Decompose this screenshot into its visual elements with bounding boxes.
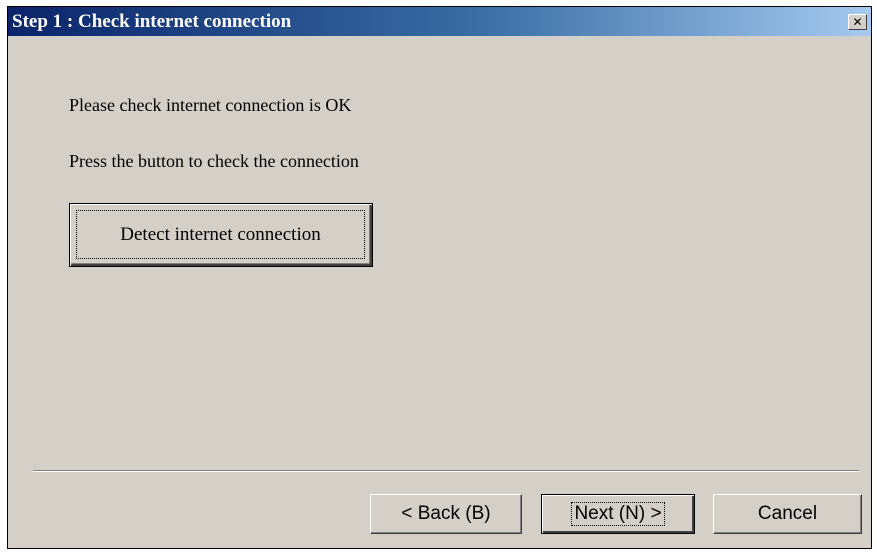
- close-icon: ✕: [852, 15, 863, 29]
- next-button[interactable]: Next (N) >: [541, 494, 695, 534]
- detect-connection-label: Detect internet connection: [76, 210, 365, 259]
- cancel-button-label: Cancel: [757, 503, 818, 524]
- back-button-label: < Back (B): [401, 503, 491, 524]
- wizard-dialog: Step 1 : Check internet connection ✕ Ple…: [7, 6, 872, 549]
- back-button[interactable]: < Back (B): [370, 494, 522, 534]
- window-title: Step 1 : Check internet connection: [12, 11, 292, 32]
- instruction-text-1: Please check internet connection is OK: [69, 95, 352, 115]
- instruction-text-2: Press the button to check the connection: [69, 151, 359, 171]
- title-bar[interactable]: Step 1 : Check internet connection ✕: [8, 7, 871, 36]
- close-button[interactable]: ✕: [848, 14, 867, 30]
- next-button-label: Next (N) >: [571, 502, 665, 526]
- footer-separator: [33, 470, 859, 472]
- cancel-button[interactable]: Cancel: [713, 494, 862, 534]
- detect-connection-button[interactable]: Detect internet connection: [69, 203, 373, 267]
